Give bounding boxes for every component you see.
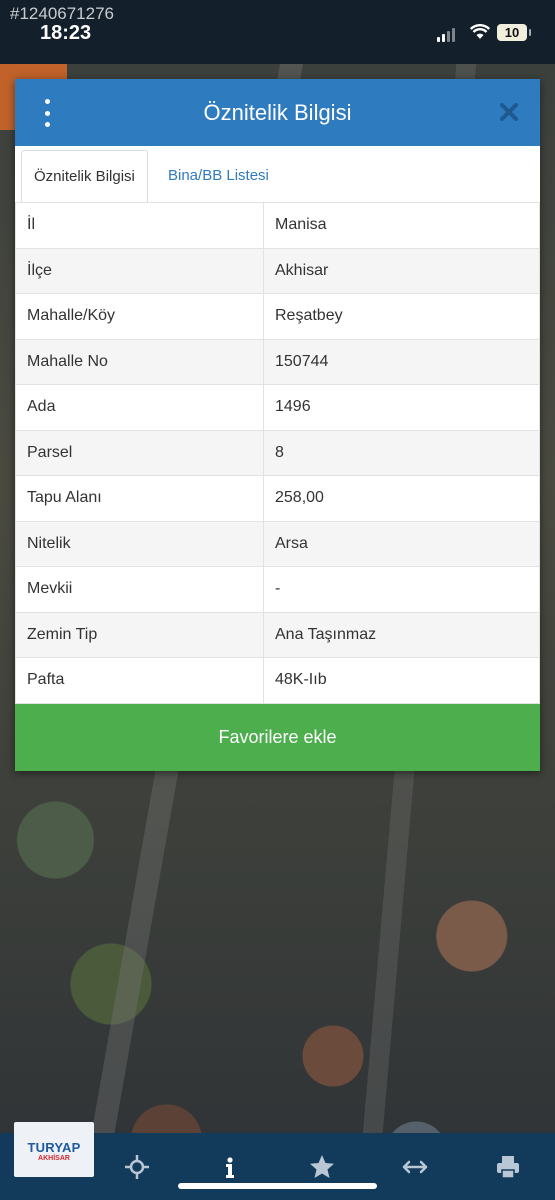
table-row: Zemin Tip Ana Taşınmaz xyxy=(15,611,540,658)
row-value: Reşatbey xyxy=(263,293,540,340)
close-icon[interactable] xyxy=(498,101,520,123)
dialog-tabs: Öznitelik Bilgisi Bina/BB Listesi xyxy=(15,146,540,203)
add-to-favorites-button[interactable]: Favorilere ekle xyxy=(15,704,540,771)
row-value: 8 xyxy=(263,429,540,476)
wifi-icon xyxy=(470,24,490,39)
row-value: 150744 xyxy=(263,338,540,385)
table-row: Mevkii - xyxy=(15,566,540,613)
row-label: Ada xyxy=(15,384,264,431)
table-row: Ada 1496 xyxy=(15,384,540,431)
tab-building-list[interactable]: Bina/BB Listesi xyxy=(156,150,281,201)
status-bar: #1240671276 18:23 10 xyxy=(0,0,555,64)
table-row: İlçe Akhisar xyxy=(15,247,540,294)
row-value: Manisa xyxy=(263,202,540,249)
attribute-info-dialog: Öznitelik Bilgisi Öznitelik Bilgisi Bina… xyxy=(15,79,540,771)
cellular-signal-icon xyxy=(437,28,455,42)
more-vertical-icon[interactable] xyxy=(40,99,54,127)
row-value: 258,00 xyxy=(263,475,540,522)
table-row: Parsel 8 xyxy=(15,429,540,476)
row-label: Zemin Tip xyxy=(15,611,264,658)
table-row: Nitelik Arsa xyxy=(15,520,540,567)
tab-attribute-info[interactable]: Öznitelik Bilgisi xyxy=(21,150,148,203)
table-row: Tapu Alanı 258,00 xyxy=(15,475,540,522)
dialog-title: Öznitelik Bilgisi xyxy=(203,100,352,125)
row-value: Arsa xyxy=(263,520,540,567)
star-icon[interactable] xyxy=(307,1152,337,1182)
row-label: Parsel xyxy=(15,429,264,476)
attribute-table: İl Manisa İlçe Akhisar Mahalle/Köy Reşatbey… xyxy=(15,202,540,704)
row-label: Tapu Alanı xyxy=(15,475,264,522)
measure-icon[interactable] xyxy=(400,1152,430,1182)
print-icon[interactable] xyxy=(493,1152,523,1182)
row-label: Mahalle No xyxy=(15,338,264,385)
battery-icon: 10 xyxy=(497,24,531,41)
home-indicator[interactable] xyxy=(178,1183,377,1189)
info-icon[interactable] xyxy=(215,1152,245,1182)
logo-subtext: AKHİSAR xyxy=(38,1155,70,1162)
row-label: İl xyxy=(15,202,264,249)
table-row: Mahalle No 150744 xyxy=(15,338,540,385)
row-value: Akhisar xyxy=(263,247,540,294)
row-value: - xyxy=(263,566,540,613)
row-label: Mahalle/Köy xyxy=(15,293,264,340)
row-label: İlçe xyxy=(15,247,264,294)
dialog-header: Öznitelik Bilgisi xyxy=(15,79,540,146)
row-value: 48K-Iıb xyxy=(263,657,540,704)
table-row: İl Manisa xyxy=(15,202,540,249)
row-value: Ana Taşınmaz xyxy=(263,611,540,658)
table-row: Pafta 48K-Iıb xyxy=(15,657,540,704)
row-label: Pafta xyxy=(15,657,264,704)
turyap-logo: TURYAP AKHİSAR xyxy=(14,1122,94,1177)
locate-icon[interactable] xyxy=(122,1152,152,1182)
listing-id-watermark: #1240671276 xyxy=(10,4,115,23)
row-value: 1496 xyxy=(263,384,540,431)
status-time: 18:23 xyxy=(40,22,92,44)
row-label: Mevkii xyxy=(15,566,264,613)
table-row: Mahalle/Köy Reşatbey xyxy=(15,293,540,340)
row-label: Nitelik xyxy=(15,520,264,567)
logo-text: TURYAP xyxy=(27,1140,81,1155)
